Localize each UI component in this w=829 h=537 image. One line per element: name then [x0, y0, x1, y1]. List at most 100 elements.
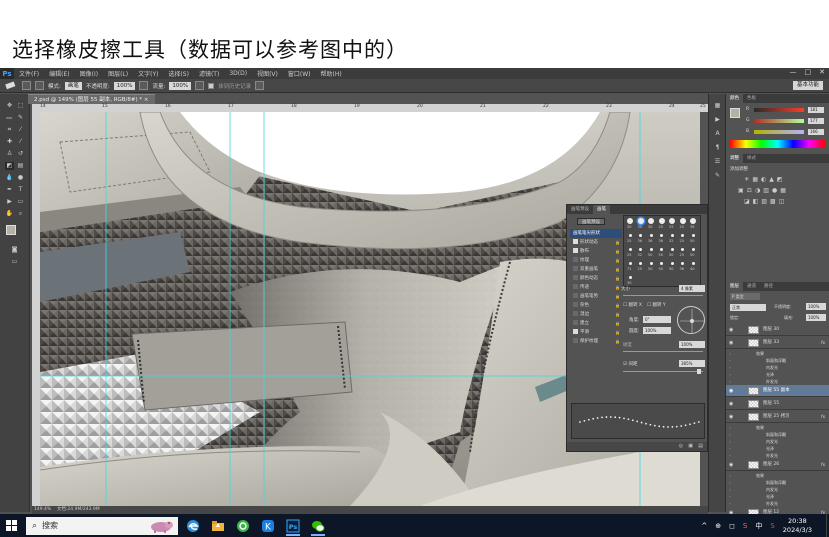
- brush-option-checkbox[interactable]: [573, 338, 578, 343]
- layer-fx-badge[interactable]: fx: [821, 411, 825, 423]
- brush-option[interactable]: 散布 🔒: [570, 247, 622, 256]
- eraser-tool-icon[interactable]: [4, 80, 18, 91]
- spacing-slider[interactable]: [623, 371, 703, 372]
- channel-r-slider[interactable]: [754, 108, 804, 112]
- brush-option[interactable]: 保护纹理 🔒: [570, 337, 622, 346]
- brush-tip-icon[interactable]: [649, 233, 653, 237]
- effect-visibility-icon[interactable]: ◦: [729, 479, 731, 486]
- pressure-opacity-icon[interactable]: [139, 81, 149, 90]
- brush-option-checkbox[interactable]: [573, 293, 578, 298]
- brush-option-checkbox[interactable]: [573, 320, 578, 325]
- brush-tip-icon[interactable]: [639, 233, 642, 237]
- color-spectrum-bar[interactable]: [730, 140, 825, 148]
- lock-icon[interactable]: 🔒: [615, 310, 620, 319]
- quick-select-tool-icon[interactable]: ✎: [16, 114, 25, 122]
- layer-row[interactable]: ◉ 图层 12 fx: [726, 507, 829, 514]
- tab-adjustments[interactable]: 调整: [726, 154, 743, 163]
- hardness-slider[interactable]: [623, 351, 703, 352]
- layer-effect-row[interactable]: ◦ 外发光: [726, 378, 829, 385]
- layer-row[interactable]: ◉ 图层 55: [726, 398, 829, 410]
- spacing-slider-handle[interactable]: [697, 369, 701, 374]
- lock-icon[interactable]: 🔒: [615, 292, 620, 301]
- brush-tip-grid[interactable]: 30 30 30 25 25 25 36 25 36 36 36 32 25 50 25 32 50 50 50 25…: [623, 215, 701, 287]
- visibility-eye-icon[interactable]: ◉: [729, 385, 733, 397]
- folder-icon[interactable]: [208, 516, 228, 536]
- dodge-tool-icon[interactable]: ●: [16, 174, 25, 182]
- brush-panel-icon[interactable]: ✎: [713, 172, 722, 180]
- brush-tip-icon[interactable]: [681, 233, 684, 237]
- actions-panel-icon[interactable]: ▶: [713, 116, 722, 124]
- shape-tool-icon[interactable]: ▭: [16, 198, 25, 206]
- brush-option-checkbox[interactable]: [573, 302, 578, 307]
- effect-visibility-icon[interactable]: ◦: [729, 500, 731, 507]
- visibility-eye-icon[interactable]: ◉: [729, 398, 733, 410]
- layer-effect-row[interactable]: ◦ 效果: [726, 472, 829, 479]
- brush-tip-icon[interactable]: [648, 218, 654, 224]
- roundness-input[interactable]: 100%: [643, 327, 671, 334]
- brush-tip-icon[interactable]: [670, 261, 674, 265]
- brush-option-checkbox[interactable]: [573, 248, 578, 253]
- effect-visibility-icon[interactable]: ◦: [729, 472, 731, 479]
- type-tool-icon[interactable]: T: [16, 186, 25, 194]
- layer-fx-badge[interactable]: fx: [821, 507, 825, 514]
- tab-paths[interactable]: 路径: [760, 282, 777, 291]
- network-icon[interactable]: ⊕: [715, 522, 721, 530]
- effect-visibility-icon[interactable]: ◦: [729, 364, 731, 371]
- menu-select[interactable]: 选择(S): [163, 69, 194, 78]
- brush-option-checkbox[interactable]: [573, 275, 578, 280]
- brush-option[interactable]: 纹理 🔒: [570, 256, 622, 265]
- brush-option-checkbox[interactable]: [573, 266, 578, 271]
- character-panel-icon[interactable]: A: [713, 130, 722, 138]
- effect-visibility-icon[interactable]: ◦: [729, 452, 731, 459]
- flow-input[interactable]: 100%: [169, 81, 192, 90]
- layer-effect-row[interactable]: ◦ 外发光: [726, 500, 829, 507]
- history-brush-tool-icon[interactable]: ↺: [16, 150, 25, 158]
- move-tool-icon[interactable]: ✥: [5, 102, 14, 110]
- menu-window[interactable]: 窗口(W): [283, 69, 316, 78]
- channel-b-slider[interactable]: [754, 130, 804, 134]
- effect-visibility-icon[interactable]: ◦: [729, 357, 731, 364]
- menu-type[interactable]: 文字(Y): [133, 69, 163, 78]
- layer-row[interactable]: ◉ 图层 33 fx: [726, 337, 829, 349]
- taskbar-search[interactable]: ⌕ 搜索: [26, 516, 178, 535]
- display-icon[interactable]: ◻: [729, 522, 735, 530]
- effect-visibility-icon[interactable]: ◦: [729, 486, 731, 493]
- blend-mode-select[interactable]: 正常: [730, 304, 766, 311]
- layer-kind-filter[interactable]: P 类型: [730, 293, 760, 300]
- menu-3d[interactable]: 3D(D): [224, 70, 252, 77]
- tray-overflow-icon[interactable]: ^: [701, 522, 707, 530]
- brush-option[interactable]: 杂色 🔒: [570, 301, 622, 310]
- lock-icon[interactable]: 🔒: [615, 256, 620, 265]
- document-tab[interactable]: 2.psd @ 149% (图层 55 副本, RGB/8#) * ×: [28, 94, 155, 104]
- brush-option-checkbox[interactable]: [573, 311, 578, 316]
- pressure-size-icon[interactable]: [255, 81, 265, 90]
- layer-opacity-input[interactable]: 100%: [806, 303, 826, 310]
- brush-presets-button[interactable]: 画笔预设: [577, 218, 605, 225]
- brush-tip-icon[interactable]: [628, 261, 632, 265]
- brush-option-checkbox[interactable]: [573, 257, 578, 262]
- tab-brush[interactable]: 画笔: [593, 205, 610, 214]
- screen-mode-icon[interactable]: ▭: [10, 258, 19, 266]
- tab-channels[interactable]: 通道: [743, 282, 760, 291]
- brush-tip-icon[interactable]: [691, 233, 695, 237]
- lock-icon[interactable]: 🔒: [615, 319, 620, 328]
- quick-mask-icon[interactable]: ◙: [10, 246, 19, 254]
- brush-tip-icon[interactable]: [637, 218, 644, 224]
- brush-option[interactable]: 形状动态 🔒: [570, 238, 622, 247]
- visibility-eye-icon[interactable]: ◉: [729, 507, 733, 514]
- brush-tip-icon[interactable]: [649, 261, 653, 265]
- menu-layer[interactable]: 图层(L): [103, 69, 133, 78]
- eyedropper-tool-icon[interactable]: ⁄: [16, 126, 25, 134]
- effect-visibility-icon[interactable]: ◦: [729, 493, 731, 500]
- layer-effect-row[interactable]: ◦ 内发光: [726, 364, 829, 371]
- spacing-input[interactable]: 385%: [679, 360, 705, 367]
- visibility-eye-icon[interactable]: ◉: [729, 337, 733, 349]
- tab-color[interactable]: 颜色: [726, 94, 743, 103]
- menu-filter[interactable]: 滤镜(T): [194, 69, 224, 78]
- eraser-tool-icon-active[interactable]: ◩: [5, 162, 14, 170]
- clone-stamp-tool-icon[interactable]: ♙: [5, 150, 14, 158]
- flip-y-checkbox[interactable]: ☐ 翻转 Y: [647, 302, 666, 308]
- close-button[interactable]: ✕: [819, 68, 825, 76]
- lock-icon[interactable]: 🔒: [615, 274, 620, 283]
- layer-effect-row[interactable]: ◦ 斜面和浮雕: [726, 431, 829, 438]
